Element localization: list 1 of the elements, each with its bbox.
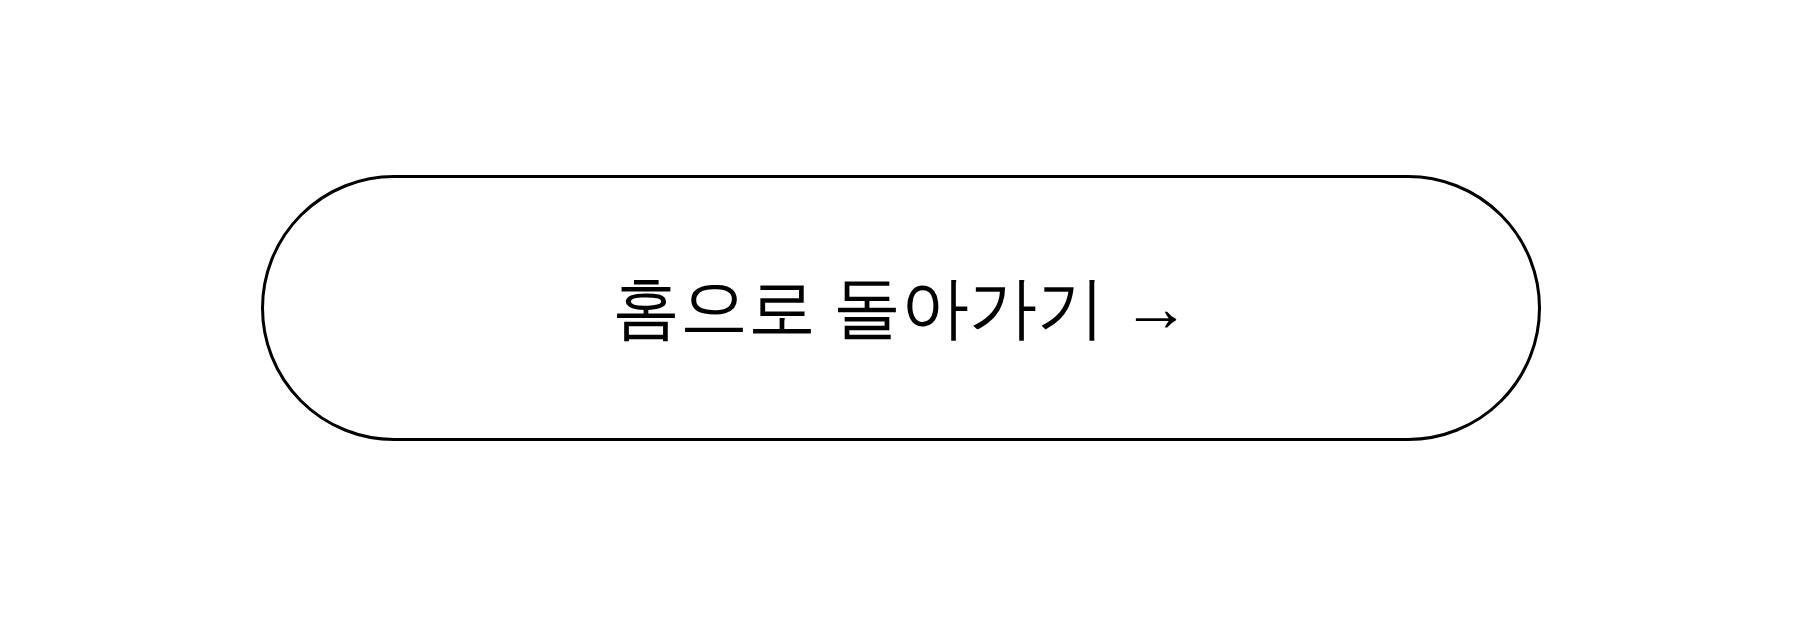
- home-button[interactable]: 홈으로 돌아가기 →: [261, 175, 1541, 441]
